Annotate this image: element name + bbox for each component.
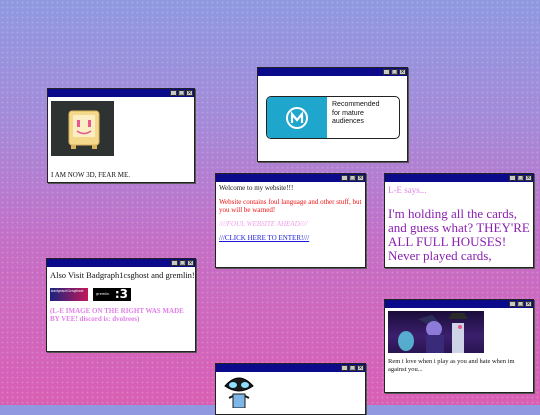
close-button[interactable]: × xyxy=(399,69,406,75)
rating-m-box xyxy=(267,97,327,138)
le-heading: L-E says... xyxy=(388,185,427,195)
maximize-button[interactable]: □ xyxy=(178,90,185,96)
window-also-visit: _ □ × Also Visit Badgraph1csghost and grem… xyxy=(46,258,196,352)
alien-character-icon xyxy=(224,377,254,408)
window-rem: _ □ × Rem i love when i play as you and ha… xyxy=(384,299,534,393)
also-visit-text: Also Visit Badgraph1csghost and gremlin! xyxy=(50,270,195,280)
m-rating-icon xyxy=(286,106,308,129)
titlebar[interactable]: _ □ × xyxy=(216,364,365,372)
robot-caption: I AM NOW 3D, FEAR ME. xyxy=(51,171,131,179)
window-3d-robot: _ □ × I AM NOW 3D, FEAR ME. xyxy=(47,88,195,183)
minimize-button[interactable]: _ xyxy=(170,90,177,96)
robot-tv-icon xyxy=(68,110,100,149)
window-le-says: _ □ × L-E says... I'm holding all the card… xyxy=(384,173,534,268)
maximize-button[interactable]: □ xyxy=(517,301,524,307)
rem-image xyxy=(388,311,484,353)
rating-line: Recommended xyxy=(332,101,380,108)
titlebar[interactable]: _ □ × xyxy=(385,300,533,308)
titlebar[interactable]: _ □ × xyxy=(258,68,407,76)
titlebar[interactable]: _ □ × xyxy=(47,259,195,267)
close-button[interactable]: × xyxy=(357,175,364,181)
rem-character-icon xyxy=(398,313,468,353)
window-mature-rating: _ □ × Recommended for mature audiences xyxy=(257,67,408,162)
welcome-text: Welcome to my website!!! xyxy=(219,184,294,192)
maximize-button[interactable]: □ xyxy=(517,175,524,181)
minimize-button[interactable]: _ xyxy=(509,301,516,307)
minimize-button[interactable]: _ xyxy=(509,175,516,181)
credit-text: (L-E IMAGE ON THE RIGHT WAS MADE BY VEE!… xyxy=(50,307,184,323)
maximize-button[interactable]: □ xyxy=(391,69,398,75)
rating-text: Recommended for mature audiences xyxy=(327,97,379,138)
badgraph-badge[interactable]: badgraph1csghost xyxy=(50,288,88,301)
close-button[interactable]: × xyxy=(357,365,364,371)
gremlin-label: gremlin xyxy=(96,292,110,296)
window-welcome: _ □ × Welcome to my website!!! Website con… xyxy=(215,173,366,268)
minimize-button[interactable]: _ xyxy=(383,69,390,75)
titlebar[interactable]: _ □ × xyxy=(48,89,194,97)
rating-badge: Recommended for mature audiences xyxy=(266,96,400,139)
rating-line: audiences xyxy=(332,118,364,125)
rem-caption: Rem i love when i play as you and hate w… xyxy=(388,358,515,373)
badgraph-label: badgraph1csghost xyxy=(51,289,84,293)
maximize-button[interactable]: □ xyxy=(349,175,356,181)
warning-text: Website contains foul language and other… xyxy=(219,198,362,214)
le-body: I'm holding all the cards, and guess wha… xyxy=(388,206,530,263)
maximize-button[interactable]: □ xyxy=(179,260,186,266)
minimize-button[interactable]: _ xyxy=(171,260,178,266)
maximize-button[interactable]: □ xyxy=(349,365,356,371)
window-bottom-character: _ □ × xyxy=(215,363,366,415)
titlebar[interactable]: _ □ × xyxy=(385,174,533,182)
titlebar[interactable]: _ □ × xyxy=(216,174,365,182)
close-button[interactable]: × xyxy=(187,260,194,266)
gremlin-logo-icon: :3 xyxy=(114,288,128,301)
minimize-button[interactable]: _ xyxy=(341,175,348,181)
rating-line: for mature xyxy=(332,109,364,117)
foul-warning-text: ////FOUL WEBSITE AHEAD//// xyxy=(219,220,308,228)
robot-image xyxy=(51,101,114,156)
close-button[interactable]: × xyxy=(525,175,532,181)
gremlin-badge[interactable]: gremlin :3 xyxy=(93,288,131,301)
close-button[interactable]: × xyxy=(186,90,193,96)
minimize-button[interactable]: _ xyxy=(341,365,348,371)
close-button[interactable]: × xyxy=(525,301,532,307)
enter-link[interactable]: ///CLICK HERE TO ENTER!/// xyxy=(219,234,362,242)
